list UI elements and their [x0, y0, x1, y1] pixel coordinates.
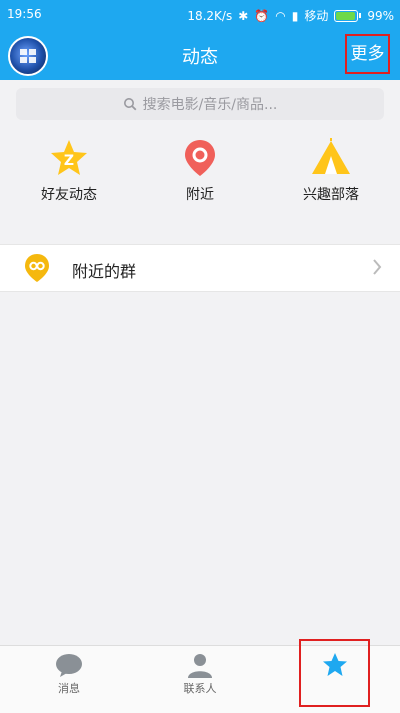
search-placeholder: 搜索电影/音乐/商品...	[142, 97, 278, 113]
quick-actions: Z 好友动态 附近 兴趣部落	[0, 130, 400, 210]
bluetooth-icon: ✱	[238, 8, 249, 23]
battery-icon	[334, 9, 359, 22]
contact-person-icon	[188, 654, 212, 678]
tent-icon	[312, 138, 350, 174]
page-title: 动态	[182, 47, 218, 68]
highlight-box	[299, 639, 370, 707]
battery-cap	[359, 13, 362, 18]
quick-item-label: 兴趣部落	[303, 187, 359, 203]
nav-item-label: 消息	[58, 682, 80, 695]
chat-bubble-icon	[56, 654, 82, 677]
nearby-groups-label: 附近的群	[72, 262, 137, 281]
title-bar: 动态 更多	[0, 30, 400, 80]
quick-item-nearby[interactable]: 附近	[135, 130, 265, 204]
status-time: 19:56	[7, 7, 42, 21]
location-pin-icon	[185, 140, 215, 176]
wifi-icon: ◠	[275, 8, 286, 23]
nav-item-messages[interactable]: 消息	[29, 652, 109, 696]
search-input[interactable]: 搜索电影/音乐/商品...	[16, 88, 384, 120]
friend-feed-star-icon: Z	[51, 140, 87, 175]
chevron-right-icon	[373, 259, 382, 275]
signal-icon: ▮	[291, 8, 299, 23]
search-icon	[123, 97, 137, 111]
status-bar: 19:56 18.2K/s ✱ ⏰ ◠ ▮ 移动 99%	[0, 0, 400, 30]
quick-item-label: 好友动态	[41, 187, 97, 203]
nav-item-contacts[interactable]: 联系人	[160, 652, 240, 696]
quick-item-label: 附近	[186, 187, 214, 203]
quick-item-friend-feed[interactable]: Z 好友动态	[4, 130, 134, 204]
network-speed: 18.2K/s	[187, 8, 233, 23]
more-button[interactable]: 更多	[345, 34, 390, 74]
battery-level: 99%	[367, 8, 394, 23]
quick-item-interest-tribe[interactable]: 兴趣部落	[266, 130, 396, 204]
alarm-icon: ⏰	[254, 8, 270, 23]
nearby-groups-row[interactable]: 附近的群	[0, 244, 400, 292]
nav-item-label: 联系人	[183, 682, 217, 695]
group-pin-icon	[25, 254, 49, 282]
svg-text:Z: Z	[64, 153, 74, 169]
carrier-name: 移动	[304, 9, 329, 23]
status-right: 18.2K/s ✱ ⏰ ◠ ▮ 移动 99%	[187, 7, 394, 24]
